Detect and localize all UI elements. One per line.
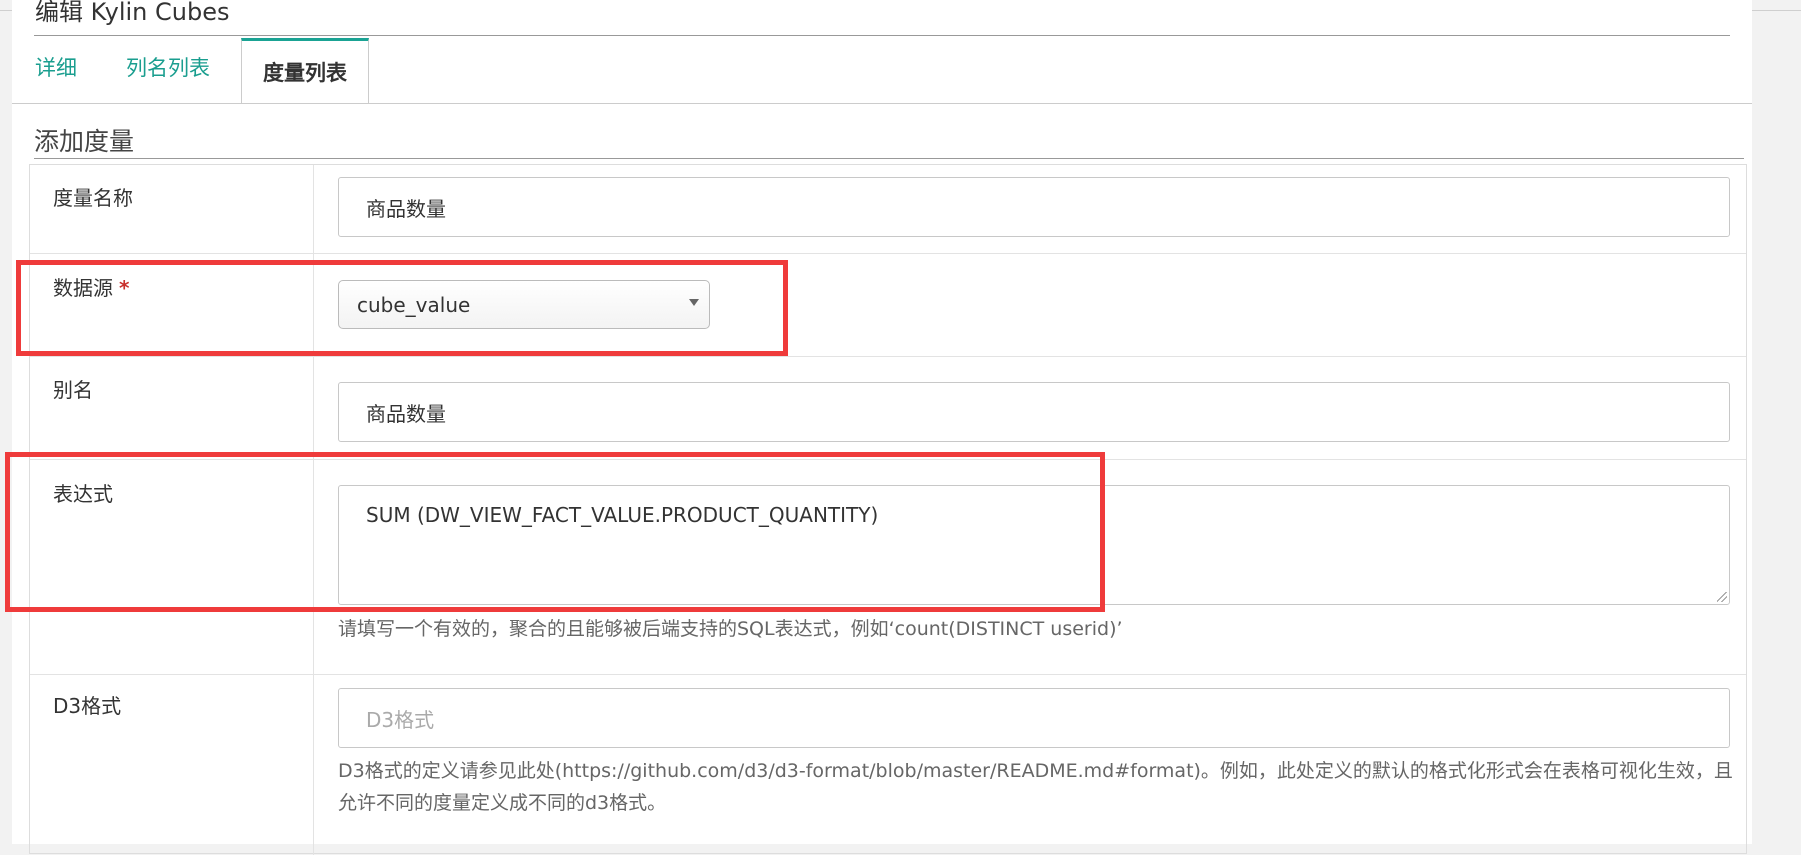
caret-down-icon	[689, 299, 699, 306]
add-measure-form: 度量名称 商品数量 数据源 * cube_value 别名 商品数量 表达式 SU…	[29, 164, 1747, 855]
measure-name-input[interactable]: 商品数量	[338, 177, 1730, 237]
row-divider	[30, 253, 1746, 254]
alias-input[interactable]: 商品数量	[338, 382, 1730, 442]
d3-format-help-text: D3格式的定义请参见此处(https://github.com/d3/d3-fo…	[338, 760, 1733, 814]
datasource-label-text: 数据源	[53, 276, 113, 300]
tab-measures-label: 度量列表	[263, 61, 347, 85]
section-divider	[34, 158, 1744, 159]
tab-details[interactable]: 详细	[35, 52, 77, 82]
row-divider	[30, 674, 1746, 675]
datasource-selected-value: cube_value	[357, 292, 471, 317]
expression-label: 表达式	[53, 482, 113, 506]
alias-value: 商品数量	[366, 401, 446, 426]
title-divider	[34, 35, 1730, 36]
row-divider	[30, 459, 1746, 460]
expression-help-text: 请填写一个有效的，聚合的且能够被后端支持的SQL表达式，例如‘count(DIS…	[338, 618, 1123, 640]
expression-value: SUM (DW_VIEW_FACT_VALUE.PRODUCT_QUANTITY…	[366, 503, 879, 527]
tab-measures[interactable]: 度量列表	[241, 38, 369, 104]
tab-bar: 详细 列名列表 度量列表	[12, 38, 1752, 105]
tabs-divider	[12, 103, 1752, 104]
d3-format-input[interactable]: D3格式	[338, 688, 1730, 748]
modal-title: 编辑 Kylin Cubes	[35, 0, 230, 26]
datasource-select[interactable]: cube_value	[338, 280, 710, 329]
datasource-label: 数据源 *	[53, 272, 129, 301]
required-indicator: *	[119, 276, 130, 300]
d3-format-label: D3格式	[53, 694, 122, 718]
edit-cube-panel: 编辑 Kylin Cubes 详细 列名列表 度量列表 添加度量 度量名称 商品…	[12, 0, 1752, 855]
measure-name-label: 度量名称	[53, 186, 133, 210]
tab-columns[interactable]: 列名列表	[126, 52, 210, 82]
alias-label: 别名	[53, 378, 93, 402]
label-column-divider	[313, 165, 314, 855]
expression-textarea[interactable]: SUM (DW_VIEW_FACT_VALUE.PRODUCT_QUANTITY…	[338, 485, 1730, 605]
measure-name-value: 商品数量	[366, 196, 446, 221]
section-title: 添加度量	[34, 127, 135, 156]
resize-grip-icon[interactable]	[1717, 592, 1727, 602]
d3-format-placeholder: D3格式	[366, 707, 435, 732]
row-divider	[30, 356, 1746, 357]
